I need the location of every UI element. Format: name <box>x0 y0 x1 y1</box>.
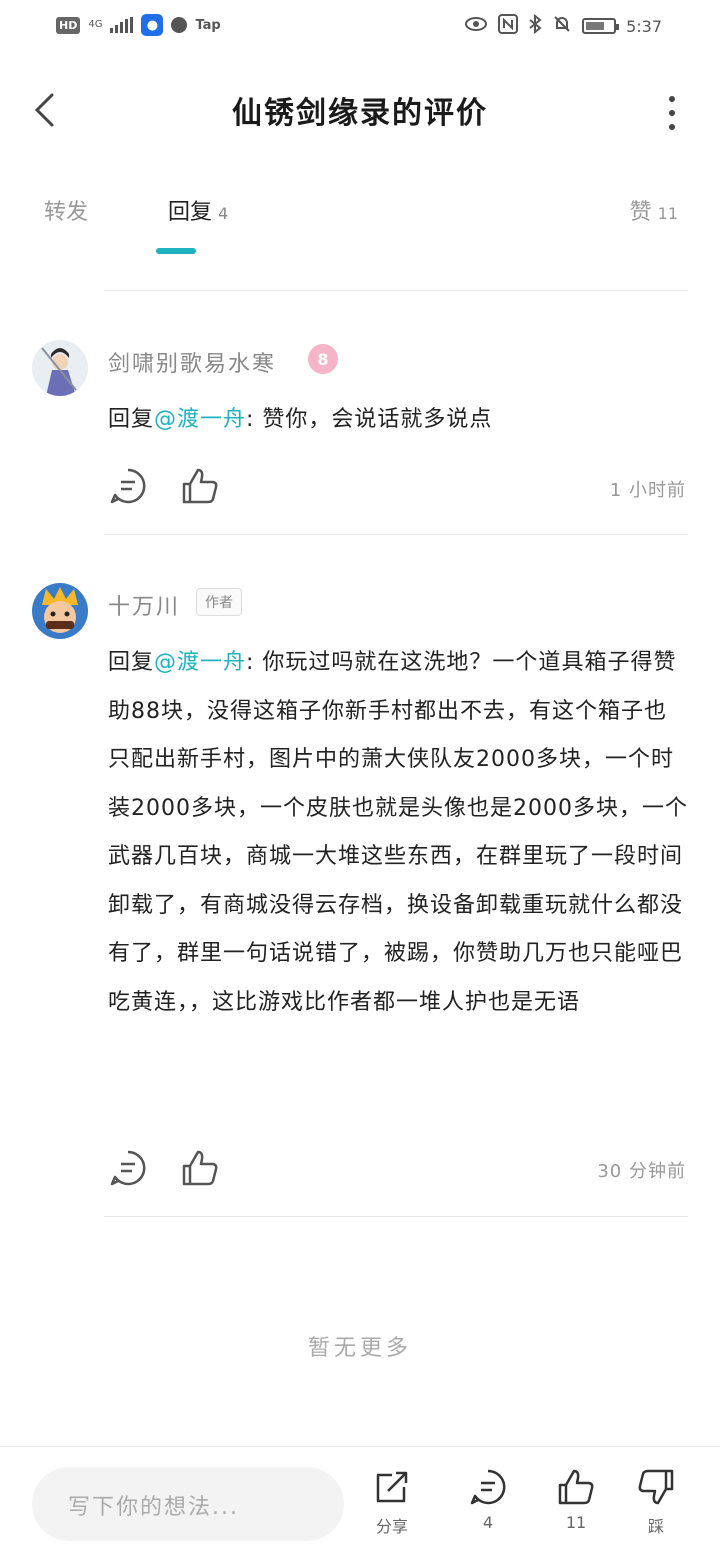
status-right: 5:37 <box>464 13 662 38</box>
dislike-button[interactable]: 踩 <box>626 1467 686 1537</box>
avatar[interactable] <box>32 340 88 396</box>
comment-text: 回复@渡一舟: 赞你，会说话就多说点 <box>108 396 688 445</box>
network-type: 4G <box>88 19 103 30</box>
like-button[interactable] <box>180 466 220 506</box>
tap-app-icon <box>171 17 188 33</box>
comment-time: 30 分钟前 <box>597 1161 686 1182</box>
tap-app-label: Tap <box>195 17 221 33</box>
lightbulb-app-icon: ● <box>141 14 164 36</box>
status-bar: HD 4G ● Tap 5:37 <box>0 0 720 56</box>
comment-item: 剑啸别歌易水寒 8 回复@渡一舟: 赞你，会说话就多说点 1 小时前 <box>0 290 720 535</box>
like-button[interactable]: 11 <box>546 1467 606 1532</box>
author-tag: 作者 <box>196 588 242 616</box>
share-icon <box>376 1471 408 1503</box>
share-label: 分享 <box>375 1517 408 1536</box>
tab-bar: 转发 回复 4 赞 11 <box>0 180 720 244</box>
level-badge: 8 <box>308 344 338 374</box>
top-bar: 仙锈剑缘录的评价 <box>0 56 720 164</box>
comment-bubble-icon <box>110 1150 146 1186</box>
comment-body: : 你玩过吗就在这洗地？一个道具箱子得赞助88块，没得这箱子你新手村都出不去，有… <box>108 650 688 1015</box>
like-count: 11 <box>565 1513 587 1532</box>
bottom-action-bar: 写下你的想法... 分享 4 11 踩 <box>0 1446 720 1561</box>
comment-button[interactable]: 4 <box>458 1467 518 1532</box>
dislike-label: 踩 <box>647 1517 664 1536</box>
dot-icon <box>669 110 675 116</box>
tab-like[interactable]: 赞 11 <box>630 194 678 226</box>
comment-text: 回复@渡一舟: 你玩过吗就在这洗地？一个道具箱子得赞助88块，没得这箱子你新手村… <box>108 639 688 1027</box>
dot-icon <box>669 124 675 130</box>
thumbs-up-icon <box>182 1150 218 1186</box>
comment-input-placeholder: 写下你的想法... <box>68 1495 239 1520</box>
reply-prefix: 回复 <box>108 407 155 432</box>
thumbs-up-icon <box>182 468 218 504</box>
tab-reply-count: 4 <box>218 204 229 223</box>
comment-bubble-icon <box>470 1469 506 1505</box>
commenter-name[interactable]: 剑啸别歌易水寒 <box>108 346 276 378</box>
tab-like-label: 赞 <box>629 200 652 225</box>
thumbs-up-icon <box>558 1469 594 1505</box>
mention-link[interactable]: @渡一舟 <box>154 407 246 432</box>
comment-input[interactable]: 写下你的想法... <box>32 1467 344 1541</box>
avatar-swordsman-image <box>32 340 88 396</box>
battery-icon <box>582 18 620 34</box>
signal-icon <box>110 17 134 33</box>
eye-icon <box>464 16 488 36</box>
reply-button[interactable] <box>108 1148 148 1188</box>
nfc-icon <box>498 14 519 38</box>
comment-bubble-icon <box>110 468 146 504</box>
clock: 5:37 <box>626 16 662 36</box>
avatar[interactable] <box>32 583 88 639</box>
tab-active-indicator <box>156 248 196 254</box>
comment-item: 十万川 作者 回复@渡一舟: 你玩过吗就在这洗地？一个道具箱子得赞助88块，没得… <box>0 535 720 1217</box>
tab-forward[interactable]: 转发 <box>44 194 88 226</box>
bluetooth-icon <box>528 13 542 38</box>
like-button[interactable] <box>180 1148 220 1188</box>
dot-icon <box>669 96 675 102</box>
thumbs-down-icon <box>638 1469 674 1505</box>
mute-bell-icon <box>552 14 572 38</box>
hd-indicator: HD <box>56 16 81 34</box>
end-of-list-text: 暂无更多 <box>307 1336 412 1361</box>
reply-button[interactable] <box>108 466 148 506</box>
page-title: 仙锈剑缘录的评价 <box>232 96 488 131</box>
more-options-button[interactable] <box>666 96 678 130</box>
comment-body: : 赞你，会说话就多说点 <box>246 407 493 432</box>
commenter-name[interactable]: 十万川 <box>108 589 180 621</box>
reply-prefix: 回复 <box>108 650 155 675</box>
tab-reply-label: 回复 <box>168 200 213 225</box>
mention-link[interactable]: @渡一舟 <box>154 650 246 675</box>
tab-reply[interactable]: 回复 4 <box>168 194 228 226</box>
divider <box>104 1216 688 1217</box>
status-left: HD 4G ● Tap <box>56 14 221 36</box>
tab-like-count: 11 <box>657 204 678 223</box>
share-button[interactable]: 分享 <box>362 1467 422 1537</box>
avatar-cartoon-king-image <box>32 583 88 639</box>
comment-time: 1 小时前 <box>609 480 686 501</box>
comment-count: 4 <box>482 1513 494 1532</box>
